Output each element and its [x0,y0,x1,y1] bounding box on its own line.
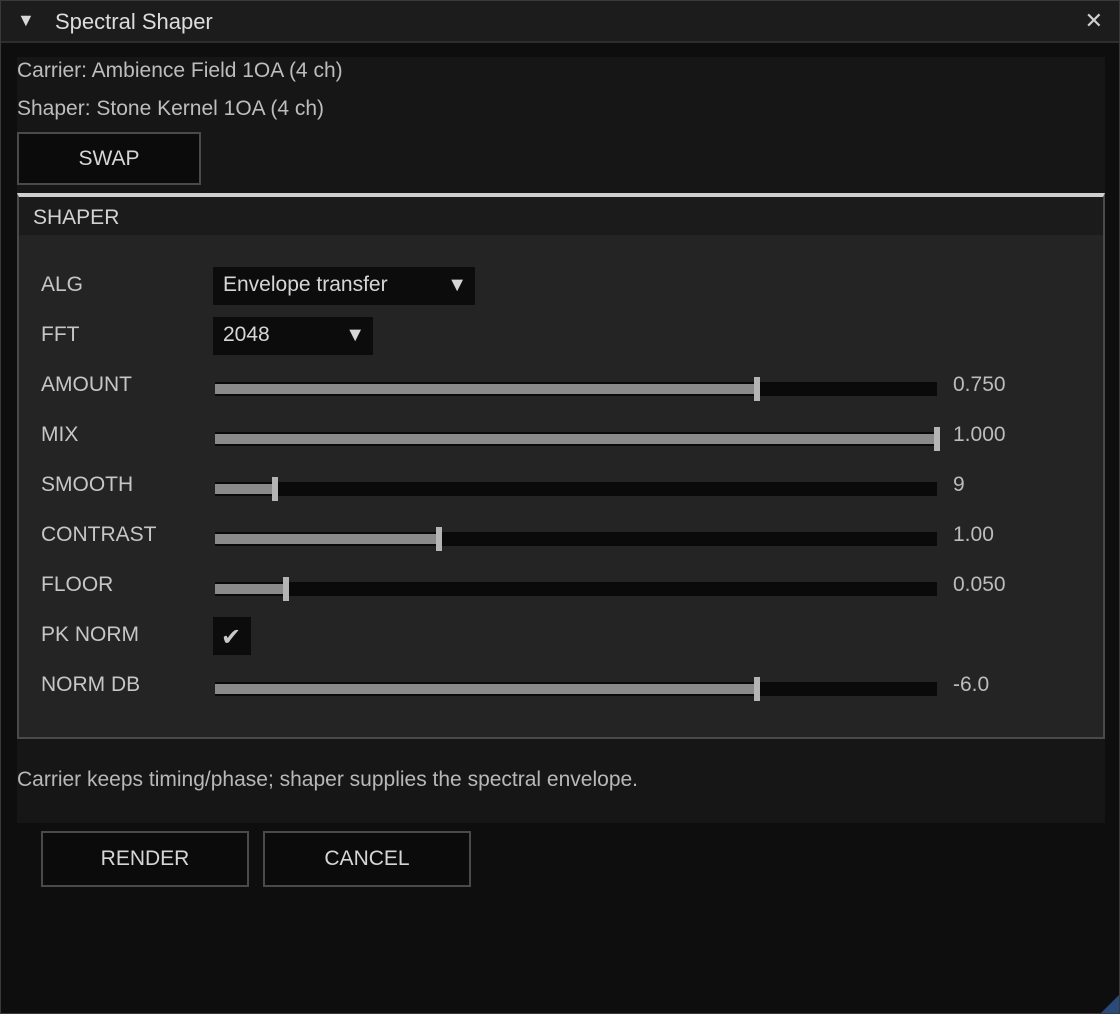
floor-slider[interactable] [215,577,937,601]
mix-label: MIX [41,423,79,446]
render-button[interactable]: RENDER [41,831,249,887]
norm-db-slider[interactable] [215,677,937,701]
checkmark-icon: ✔ [221,624,242,651]
alg-select-value: Envelope transfer [223,273,388,296]
spectral-shaper-window: ▼ Spectral Shaper ✕ Carrier: Ambience Fi… [0,0,1120,1014]
fft-select-value: 2048 [223,323,270,346]
chevron-down-icon: ▼ [447,274,467,296]
floor-slider-fill [215,584,286,594]
contrast-slider-fill [215,534,439,544]
floor-slider-handle[interactable] [283,577,289,601]
dialog-content: Carrier: Ambience Field 1OA (4 ch) Shape… [17,57,1105,823]
smooth-value: 9 [953,473,965,496]
amount-value: 0.750 [953,373,1006,396]
smooth-slider-handle[interactable] [272,477,278,501]
alg-select[interactable]: Envelope transfer ▼ [213,267,475,305]
mix-value: 1.000 [953,423,1006,446]
floor-value: 0.050 [953,573,1006,596]
mix-slider[interactable] [215,427,940,451]
contrast-slider[interactable] [215,527,937,551]
window-title: Spectral Shaper [55,9,213,34]
shaper-info: Shaper: Stone Kernel 1OA (4 ch) [17,97,325,120]
amount-slider-fill [215,384,757,394]
fft-label: FFT [41,323,80,346]
shaper-group: SHAPER ALG Envelope transfer ▼ FFT 2048 … [17,193,1105,739]
swap-button[interactable]: SWAP [17,132,201,185]
amount-slider[interactable] [215,377,937,401]
floor-label: FLOOR [41,573,114,596]
pk-norm-checkbox[interactable]: ✔ [213,617,251,655]
contrast-label: CONTRAST [41,523,157,546]
fft-select[interactable]: 2048 ▼ [213,317,373,355]
smooth-slider-fill [215,484,275,494]
resize-grip[interactable] [1101,995,1119,1013]
norm-db-label: NORM DB [41,673,141,696]
hint-text: Carrier keeps timing/phase; shaper suppl… [17,768,639,791]
shaper-group-header[interactable]: SHAPER [19,197,1103,235]
contrast-value: 1.00 [953,523,994,546]
norm-db-slider-handle[interactable] [754,677,760,701]
shaper-group-title: SHAPER [33,206,120,229]
chevron-down-icon: ▼ [345,324,365,346]
norm-db-slider-fill [215,684,757,694]
mix-slider-handle[interactable] [934,427,940,451]
mix-slider-fill [215,434,937,444]
carrier-info: Carrier: Ambience Field 1OA (4 ch) [17,59,343,82]
smooth-slider[interactable] [215,477,937,501]
alg-label: ALG [41,273,84,296]
title-bar[interactable]: ▼ Spectral Shaper ✕ [1,1,1119,43]
smooth-label: SMOOTH [41,473,134,496]
amount-slider-handle[interactable] [754,377,760,401]
cancel-button[interactable]: CANCEL [263,831,471,887]
norm-db-value: -6.0 [953,673,990,696]
collapse-icon[interactable]: ▼ [17,10,35,31]
contrast-slider-handle[interactable] [436,527,442,551]
amount-label: AMOUNT [41,373,132,396]
close-icon[interactable]: ✕ [1085,8,1103,34]
pk-norm-label: PK NORM [41,623,140,646]
